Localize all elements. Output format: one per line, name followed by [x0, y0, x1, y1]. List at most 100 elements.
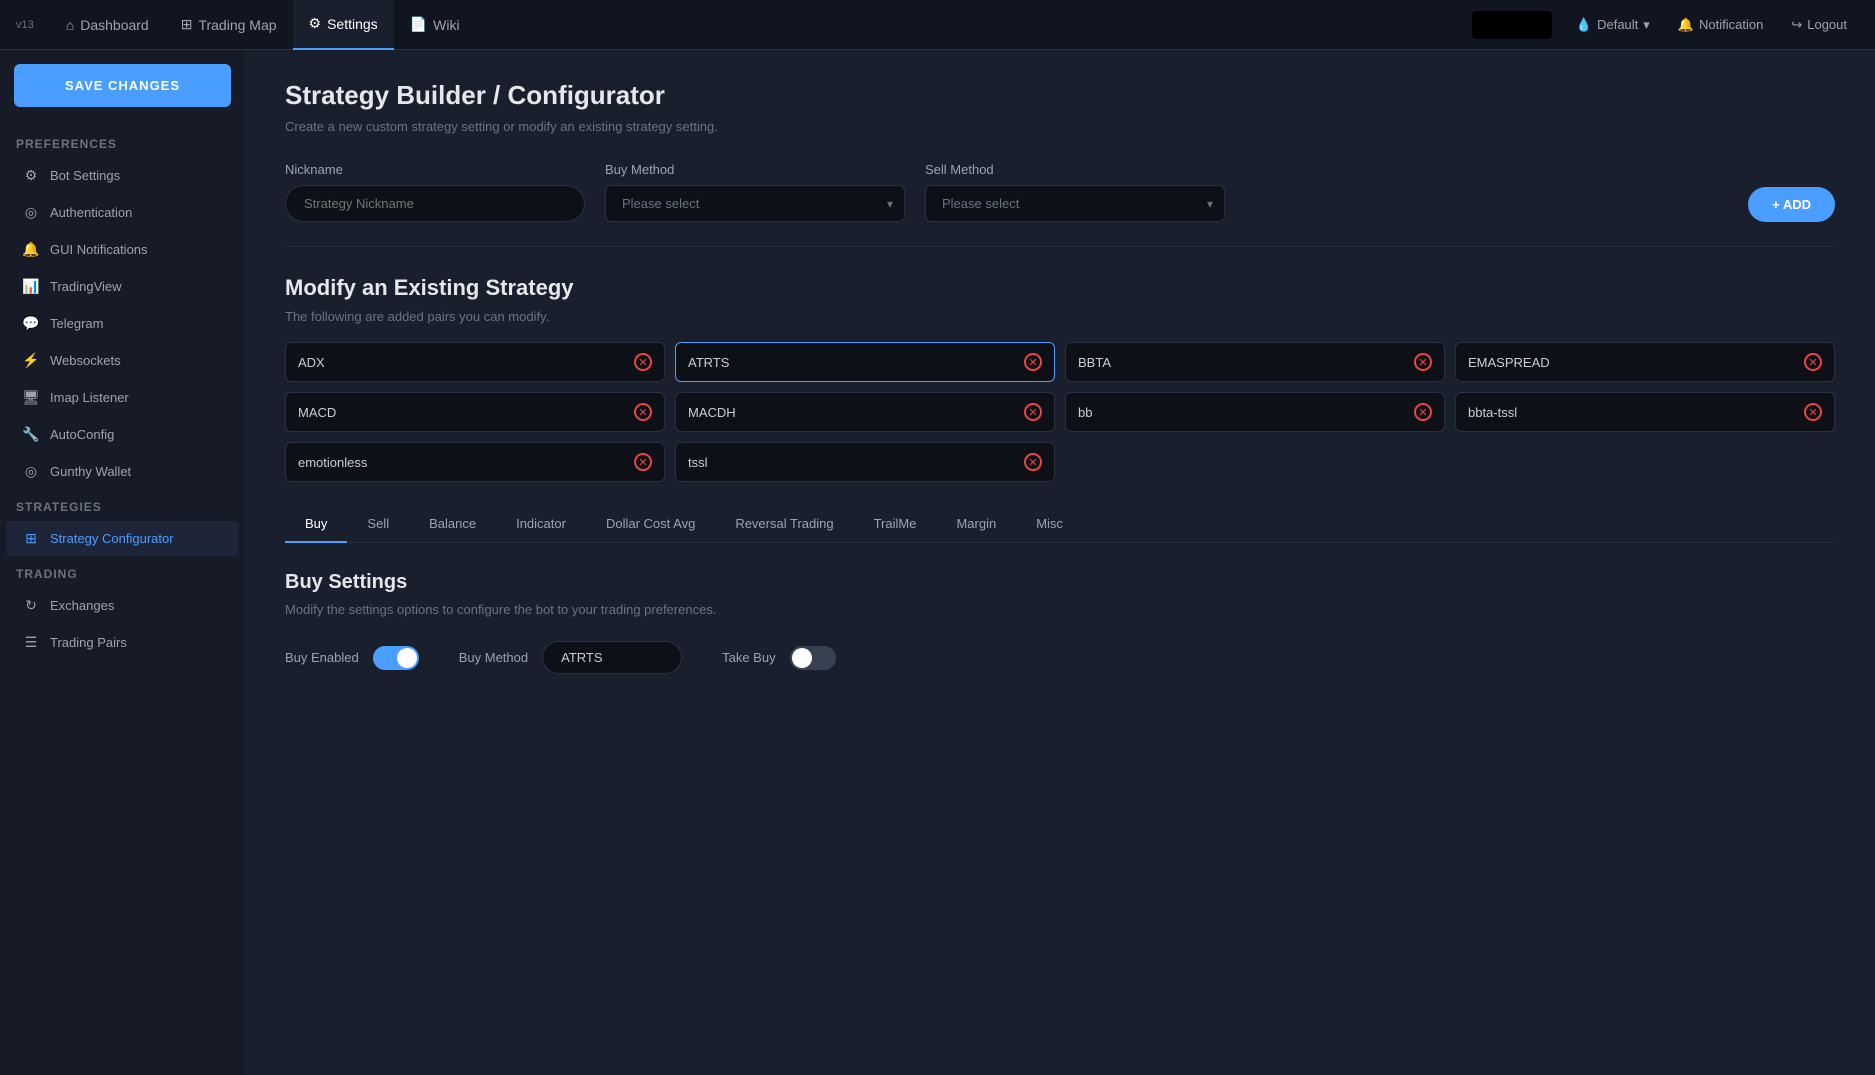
sidebar-item-imap-listener[interactable]: 🖥 Imap Listener: [6, 380, 239, 415]
settings-icon: ⚙: [309, 15, 322, 32]
sidebar-item-websockets[interactable]: ⚡ Websockets: [6, 343, 239, 378]
tag-label-macd: MACD: [298, 405, 336, 420]
strategy-tag-bbta-tssl[interactable]: bbta-tssl ✕: [1455, 392, 1835, 432]
remove-bbta-tssl-button[interactable]: ✕: [1804, 403, 1822, 421]
lightning-icon: ⚡: [22, 352, 40, 369]
sidebar-item-tradingview[interactable]: 📊 TradingView: [6, 269, 239, 304]
buy-method-label: Buy Method: [605, 162, 905, 177]
sidebar-item-bot-settings[interactable]: ⚙ Bot Settings: [6, 158, 239, 193]
nav-dashboard[interactable]: ⌂ Dashboard: [50, 0, 165, 50]
wiki-icon: 📄: [410, 16, 427, 33]
remove-emaspread-button[interactable]: ✕: [1804, 353, 1822, 371]
nav-wiki[interactable]: 📄 Wiki: [394, 0, 476, 50]
remove-bb-button[interactable]: ✕: [1414, 403, 1432, 421]
strategy-tag-bb[interactable]: bb ✕: [1065, 392, 1445, 432]
tab-balance[interactable]: Balance: [409, 506, 496, 543]
tab-margin[interactable]: Margin: [936, 506, 1016, 543]
home-icon: ⌂: [66, 17, 74, 33]
buy-method-select[interactable]: Please select: [605, 185, 905, 222]
tab-sell-label: Sell: [367, 516, 389, 531]
tab-buy[interactable]: Buy: [285, 506, 347, 543]
remove-adx-button[interactable]: ✕: [634, 353, 652, 371]
sidebar-item-gunthy-wallet[interactable]: ◎ Gunthy Wallet: [6, 454, 239, 489]
chat-icon: 💬: [22, 315, 40, 332]
nav-trading-map-label: Trading Map: [198, 17, 276, 33]
remove-tssl-button[interactable]: ✕: [1024, 453, 1042, 471]
sidebar-item-strategy-configurator[interactable]: ⊞ Strategy Configurator: [6, 521, 239, 556]
sidebar-label-exchanges: Exchanges: [50, 598, 114, 613]
strategy-tag-macdh[interactable]: MACDH ✕: [675, 392, 1055, 432]
tab-indicator[interactable]: Indicator: [496, 506, 586, 543]
sidebar-item-trading-pairs[interactable]: ☰ Trading Pairs: [6, 625, 239, 660]
sidebar-label-trading-pairs: Trading Pairs: [50, 635, 127, 650]
buy-method-settings-input[interactable]: [542, 641, 682, 674]
sidebar-label-bot-settings: Bot Settings: [50, 168, 120, 183]
remove-emotionless-button[interactable]: ✕: [634, 453, 652, 471]
sidebar-item-telegram[interactable]: 💬 Telegram: [6, 306, 239, 341]
sidebar-label-websockets: Websockets: [50, 353, 121, 368]
take-buy-toggle[interactable]: [790, 646, 836, 670]
sidebar-item-exchanges[interactable]: ↻ Exchanges: [6, 588, 239, 623]
nickname-input[interactable]: [285, 185, 585, 222]
strategy-tag-adx[interactable]: ADX ✕: [285, 342, 665, 382]
logout-label: Logout: [1807, 17, 1847, 32]
tab-dollar-cost-avg[interactable]: Dollar Cost Avg: [586, 506, 715, 543]
buy-settings-row: Buy Enabled Buy Method Take Buy: [285, 641, 1835, 674]
tag-label-bbta-tssl: bbta-tssl: [1468, 405, 1517, 420]
sell-method-label: Sell Method: [925, 162, 1225, 177]
buy-enabled-label: Buy Enabled: [285, 650, 359, 665]
preferences-section-label: Preferences: [0, 127, 245, 157]
tab-dollar-cost-avg-label: Dollar Cost Avg: [606, 516, 695, 531]
strategy-tag-atrts[interactable]: ATRTS ✕: [675, 342, 1055, 382]
sidebar-item-autoconfig[interactable]: 🔧 AutoConfig: [6, 417, 239, 452]
remove-atrts-button[interactable]: ✕: [1024, 353, 1042, 371]
tab-trailme[interactable]: TrailMe: [854, 506, 937, 543]
sell-method-group: Sell Method Please select: [925, 162, 1225, 222]
sidebar-label-gunthy-wallet: Gunthy Wallet: [50, 464, 131, 479]
nav-settings[interactable]: ⚙ Settings: [293, 0, 394, 50]
page-subtitle: Create a new custom strategy setting or …: [285, 119, 1835, 134]
remove-macdh-button[interactable]: ✕: [1024, 403, 1042, 421]
take-buy-toggle-wrapper: [790, 646, 836, 670]
notification-label: Notification: [1699, 17, 1763, 32]
strategy-tag-emotionless[interactable]: emotionless ✕: [285, 442, 665, 482]
remove-macd-button[interactable]: ✕: [634, 403, 652, 421]
tag-label-atrts: ATRTS: [688, 355, 729, 370]
strategy-tag-tssl[interactable]: tssl ✕: [675, 442, 1055, 482]
logout-btn[interactable]: ↪ Logout: [1779, 11, 1859, 39]
monitor-icon: 🖥: [22, 389, 40, 406]
strategy-tag-emaspread[interactable]: EMASPREAD ✕: [1455, 342, 1835, 382]
default-label: Default: [1597, 17, 1638, 32]
nav-trading-map[interactable]: ⊞ Trading Map: [165, 0, 293, 50]
strategy-tag-bbta[interactable]: BBTA ✕: [1065, 342, 1445, 382]
tag-label-bbta: BBTA: [1078, 355, 1111, 370]
add-strategy-button[interactable]: + ADD: [1748, 187, 1835, 222]
buy-settings-title: Buy Settings: [285, 571, 1835, 594]
sell-method-select[interactable]: Please select: [925, 185, 1225, 222]
wrench-icon: 🔧: [22, 426, 40, 443]
tag-label-emaspread: EMASPREAD: [1468, 355, 1550, 370]
tab-reversal-trading[interactable]: Reversal Trading: [715, 506, 853, 543]
gear-icon: ⚙: [22, 167, 40, 184]
logout-icon: ↪: [1791, 17, 1802, 33]
chevron-down-icon: ▾: [1643, 17, 1650, 33]
strategy-tag-macd[interactable]: MACD ✕: [285, 392, 665, 432]
sidebar-item-gui-notifications[interactable]: 🔔 GUI Notifications: [6, 232, 239, 267]
sidebar: SAVE CHANGES Preferences ⚙ Bot Settings …: [0, 50, 245, 1075]
water-drop-icon: 💧: [1576, 17, 1592, 33]
tab-sell[interactable]: Sell: [347, 506, 409, 543]
tab-misc[interactable]: Misc: [1016, 506, 1083, 543]
strategy-form-row: Nickname Buy Method Please select Sell M…: [285, 162, 1835, 222]
grid-icon: ⊞: [181, 16, 193, 33]
notification-btn[interactable]: 🔔 Notification: [1666, 11, 1776, 39]
nickname-group: Nickname: [285, 162, 585, 222]
sidebar-item-authentication[interactable]: ◎ Authentication: [6, 195, 239, 230]
list-icon: ☰: [22, 634, 40, 651]
tag-label-macdh: MACDH: [688, 405, 736, 420]
save-changes-button[interactable]: SAVE CHANGES: [14, 64, 231, 107]
buy-method-settings-label: Buy Method: [459, 650, 528, 665]
default-dropdown[interactable]: 💧 Default ▾: [1564, 11, 1662, 39]
buy-method-select-wrapper: Please select: [605, 185, 905, 222]
buy-enabled-toggle[interactable]: [373, 646, 419, 670]
remove-bbta-button[interactable]: ✕: [1414, 353, 1432, 371]
